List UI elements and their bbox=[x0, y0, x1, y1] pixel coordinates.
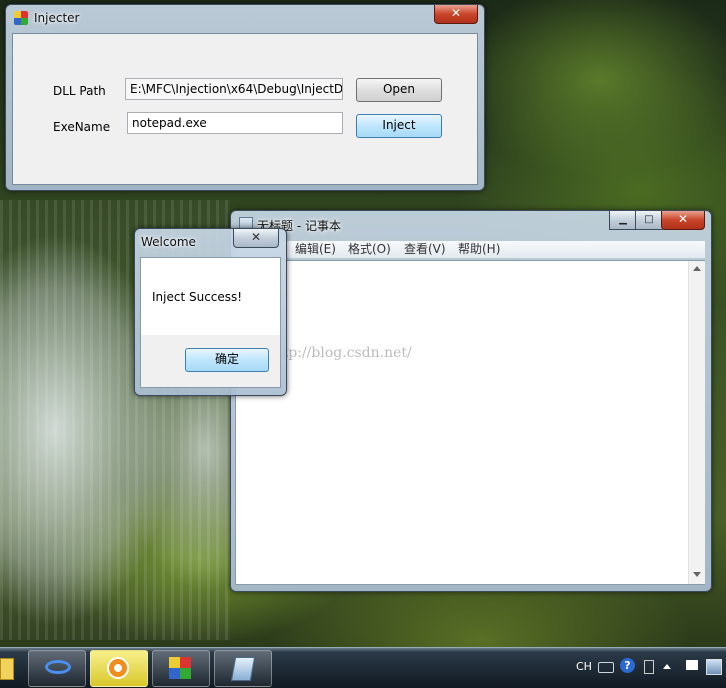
notepad-icon bbox=[230, 657, 256, 681]
injecter-window[interactable]: Injecter ✕ DLL Path E:\MFC\Injection\x64… bbox=[5, 4, 485, 191]
taskbar-app-infinity[interactable] bbox=[28, 650, 86, 687]
injecter-app-icon bbox=[14, 11, 28, 25]
taskbar-app-notepad[interactable] bbox=[214, 650, 272, 687]
inject-button[interactable]: Inject bbox=[356, 114, 442, 138]
keyboard-icon[interactable] bbox=[598, 662, 614, 673]
welcome-message-area: Inject Success! bbox=[140, 257, 281, 336]
taskbar: CH ? bbox=[0, 647, 726, 688]
vertical-scrollbar[interactable] bbox=[688, 261, 705, 584]
welcome-button-area: 确定 bbox=[140, 335, 281, 388]
minimize-button[interactable]: ▁ bbox=[609, 211, 637, 230]
mfc-icon bbox=[169, 657, 191, 679]
help-icon[interactable]: ? bbox=[620, 658, 635, 673]
scroll-up-arrow-icon[interactable] bbox=[693, 266, 701, 271]
notepad-close-button[interactable]: ✕ bbox=[661, 211, 705, 230]
dll-path-label: DLL Path bbox=[53, 84, 106, 98]
network-icon[interactable] bbox=[706, 659, 722, 675]
injecter-client-area: DLL Path E:\MFC\Injection\x64\Debug\Inje… bbox=[12, 33, 478, 185]
notepad-text-area[interactable]: http://blog.csdn.net/ bbox=[235, 260, 705, 585]
open-button[interactable]: Open bbox=[356, 78, 442, 102]
menu-format[interactable]: 格式(O) bbox=[348, 241, 391, 257]
injecter-close-button[interactable]: ✕ bbox=[434, 5, 478, 24]
welcome-close-button[interactable]: ✕ bbox=[233, 229, 279, 248]
notepad-window[interactable]: 无标题 - 记事本 ▁ □ ✕ 编辑(E) 格式(O) 查看(V) 帮助(H) … bbox=[230, 210, 712, 592]
media-player-icon bbox=[107, 657, 129, 679]
dll-path-field[interactable]: E:\MFC\Injection\x64\Debug\InjectDll.c bbox=[125, 78, 343, 100]
scroll-down-arrow-icon[interactable] bbox=[693, 572, 701, 577]
tray-options-icon[interactable] bbox=[644, 660, 654, 674]
taskbar-app-media-player[interactable] bbox=[90, 650, 148, 687]
notepad-menu-bar: 编辑(E) 格式(O) 查看(V) 帮助(H) bbox=[235, 241, 705, 258]
taskbar-app-mfc[interactable] bbox=[152, 650, 210, 687]
welcome-title: Welcome bbox=[141, 235, 196, 249]
menu-help[interactable]: 帮助(H) bbox=[458, 241, 500, 257]
exe-name-field[interactable]: notepad.exe bbox=[127, 112, 343, 134]
injecter-title: Injecter bbox=[34, 11, 80, 25]
menu-edit[interactable]: 编辑(E) bbox=[295, 241, 336, 257]
ok-button[interactable]: 确定 bbox=[185, 348, 269, 372]
watermark-text: http://blog.csdn.net/ bbox=[268, 345, 412, 361]
welcome-message: Inject Success! bbox=[152, 290, 243, 304]
show-hidden-icons-arrow-icon[interactable] bbox=[663, 664, 671, 669]
infinity-icon bbox=[45, 660, 71, 674]
action-center-flag-icon[interactable] bbox=[686, 660, 698, 670]
exe-name-label: ExeName bbox=[53, 120, 111, 134]
language-indicator[interactable]: CH bbox=[576, 660, 592, 673]
welcome-dialog[interactable]: Welcome ✕ Inject Success! 确定 bbox=[134, 228, 287, 396]
menu-view[interactable]: 查看(V) bbox=[404, 241, 446, 257]
maximize-button[interactable]: □ bbox=[635, 211, 663, 230]
folder-icon[interactable] bbox=[0, 658, 14, 680]
